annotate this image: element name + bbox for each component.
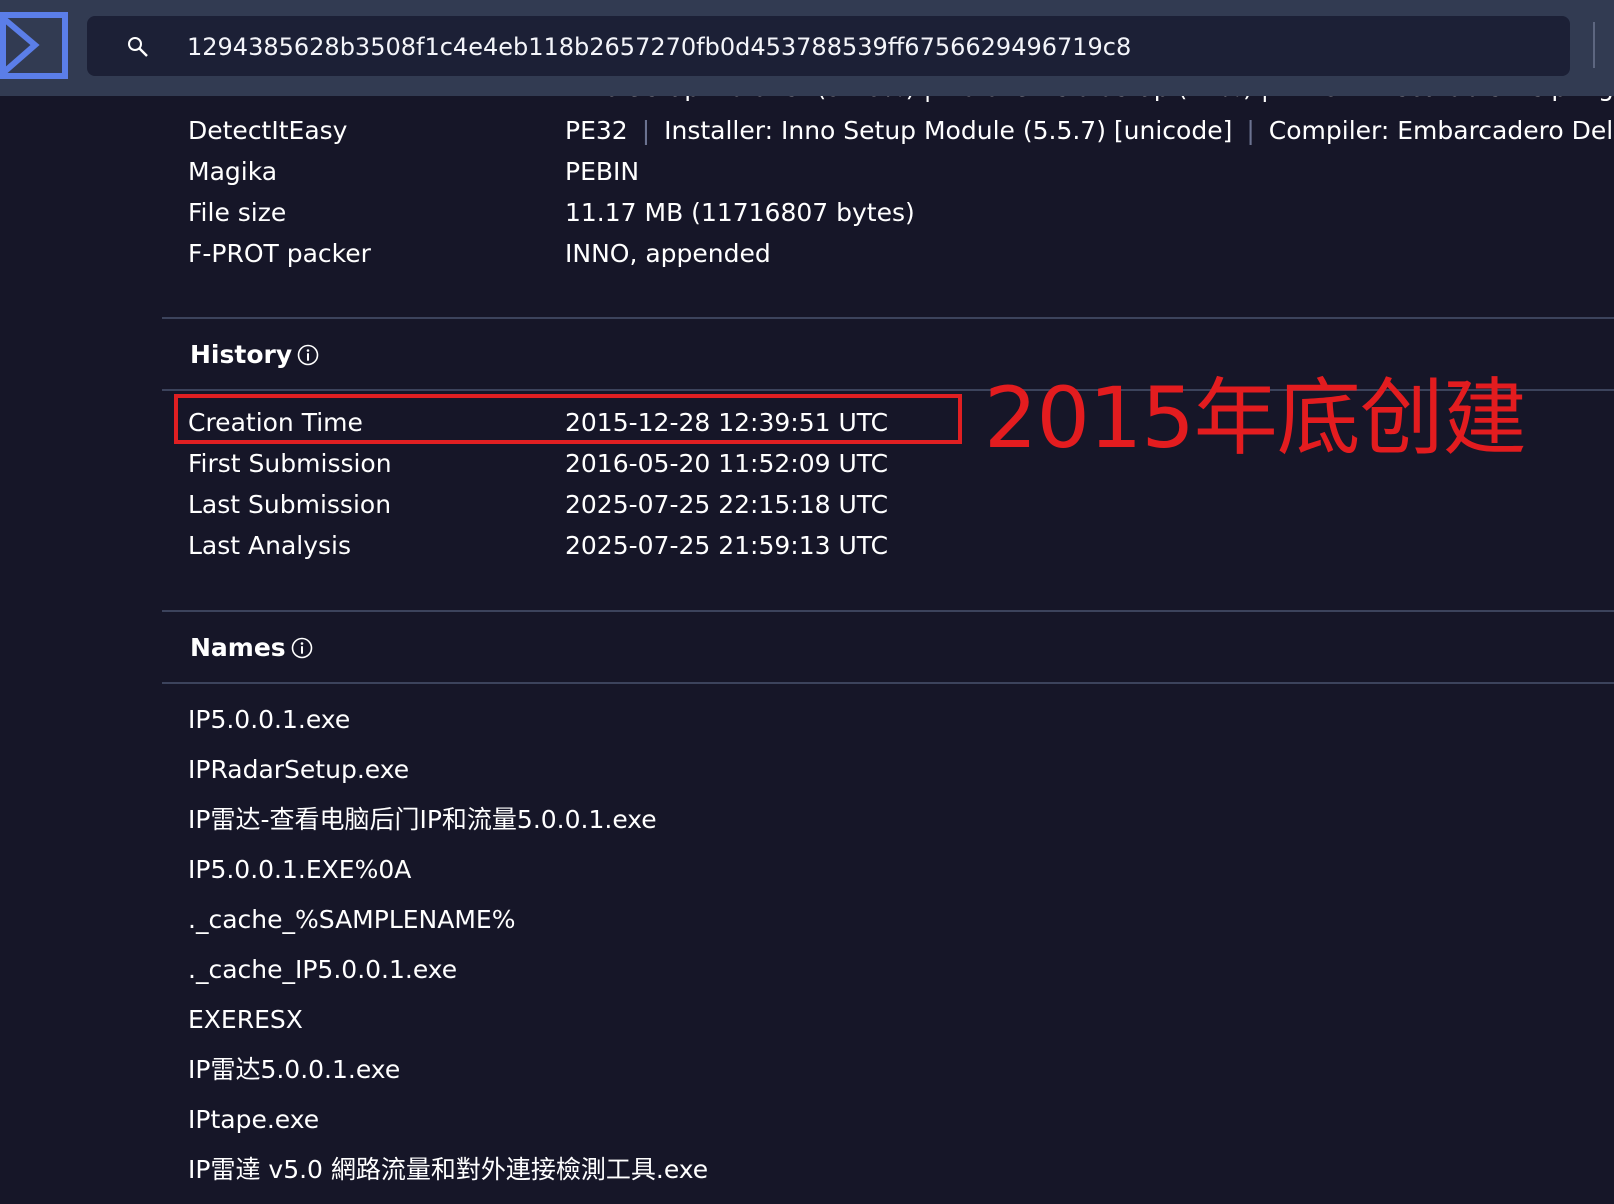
name-list-item: EXERESX bbox=[188, 1005, 303, 1034]
section-divider bbox=[162, 610, 1614, 612]
top-bar: 1294385628b3508f1c4e4eb118b2657270fb0d45… bbox=[0, 0, 1614, 96]
value-part: PE32 bbox=[565, 116, 628, 145]
property-row-trid: TrID Inno Setup installer (51.8%) | Inst… bbox=[0, 96, 1614, 108]
history-value: 2025-07-25 21:59:13 UTC bbox=[565, 531, 889, 560]
name-list-item: IP雷达5.0.0.1.exe bbox=[188, 1055, 401, 1084]
property-value: Inno Setup installer (51.8%) | InstallSh… bbox=[565, 96, 1614, 108]
name-list-item: IP雷達 v5.0 網路流量和對外連接檢測工具.exe bbox=[188, 1155, 709, 1184]
search-input[interactable]: 1294385628b3508f1c4e4eb118b2657270fb0d45… bbox=[187, 32, 1131, 62]
value-part: Installer: Inno Setup Module (5.5.7) [un… bbox=[664, 116, 1233, 145]
property-value: 11.17 MB (11716807 bytes) bbox=[565, 198, 915, 227]
name-list-item: IP5.0.0.1.EXE%0A bbox=[188, 855, 412, 884]
property-row-detectiteasy: DetectItEasy PE32 | Installer: Inno Setup … bbox=[0, 111, 1614, 151]
history-key: Last Submission bbox=[188, 490, 392, 519]
property-row-file-size: File size 11.17 MB (11716807 bytes) bbox=[0, 193, 1614, 233]
search-box[interactable]: 1294385628b3508f1c4e4eb118b2657270fb0d45… bbox=[87, 16, 1570, 76]
section-divider bbox=[162, 317, 1614, 319]
name-list-item: ._cache_%SAMPLENAME% bbox=[188, 905, 516, 934]
name-list-item: IPRadarSetup.exe bbox=[188, 755, 410, 784]
info-icon[interactable] bbox=[291, 637, 313, 659]
topbar-divider bbox=[1593, 22, 1595, 68]
search-icon[interactable] bbox=[127, 36, 149, 58]
history-row-last-submission: Last Submission 2025-07-25 22:15:18 UTC bbox=[0, 485, 1614, 525]
history-value: 2025-07-25 22:15:18 UTC bbox=[565, 490, 889, 519]
info-icon[interactable] bbox=[297, 344, 319, 366]
separator: | bbox=[641, 116, 651, 145]
section-divider bbox=[162, 682, 1614, 684]
history-section-title: History bbox=[190, 340, 293, 369]
property-key: File size bbox=[188, 198, 287, 227]
names-section-title: Names bbox=[190, 633, 286, 662]
name-list-item: IP5.0.0.1.exe bbox=[188, 705, 351, 734]
name-list-item: IP雷达-查看电脑后门IP和流量5.0.0.1.exe bbox=[188, 805, 657, 834]
file-details-content: TrID Inno Setup installer (51.8%) | Inst… bbox=[0, 96, 1614, 1204]
property-key: Magika bbox=[188, 157, 278, 186]
property-key: TrID bbox=[188, 96, 237, 108]
property-row-fprot-packer: F-PROT packer INNO, appended bbox=[0, 234, 1614, 274]
annotation-text: 2015年底创建 bbox=[984, 369, 1527, 467]
history-value: 2016-05-20 11:52:09 UTC bbox=[565, 449, 889, 478]
name-list-item: ._cache_IP5.0.0.1.exe bbox=[188, 955, 458, 984]
creation-time-highlight-box bbox=[174, 394, 962, 444]
property-value: PE32 | Installer: Inno Setup Module (5.5.7… bbox=[565, 111, 1614, 151]
value-part: Compiler: Embarcadero Delphi (2 bbox=[1268, 116, 1614, 145]
history-row-last-analysis: Last Analysis 2025-07-25 21:59:13 UTC bbox=[0, 526, 1614, 566]
property-row-magika: Magika PEBIN bbox=[0, 152, 1614, 192]
property-value: INNO, appended bbox=[565, 239, 771, 268]
history-key: Last Analysis bbox=[188, 531, 352, 560]
property-value: PEBIN bbox=[565, 157, 640, 186]
separator: | bbox=[1246, 116, 1255, 145]
property-key: F-PROT packer bbox=[188, 239, 371, 268]
property-key: DetectItEasy bbox=[188, 116, 348, 145]
history-key: First Submission bbox=[188, 449, 392, 478]
name-list-item: IPtape.exe bbox=[188, 1105, 320, 1134]
virustotal-logo-icon[interactable] bbox=[0, 12, 68, 79]
